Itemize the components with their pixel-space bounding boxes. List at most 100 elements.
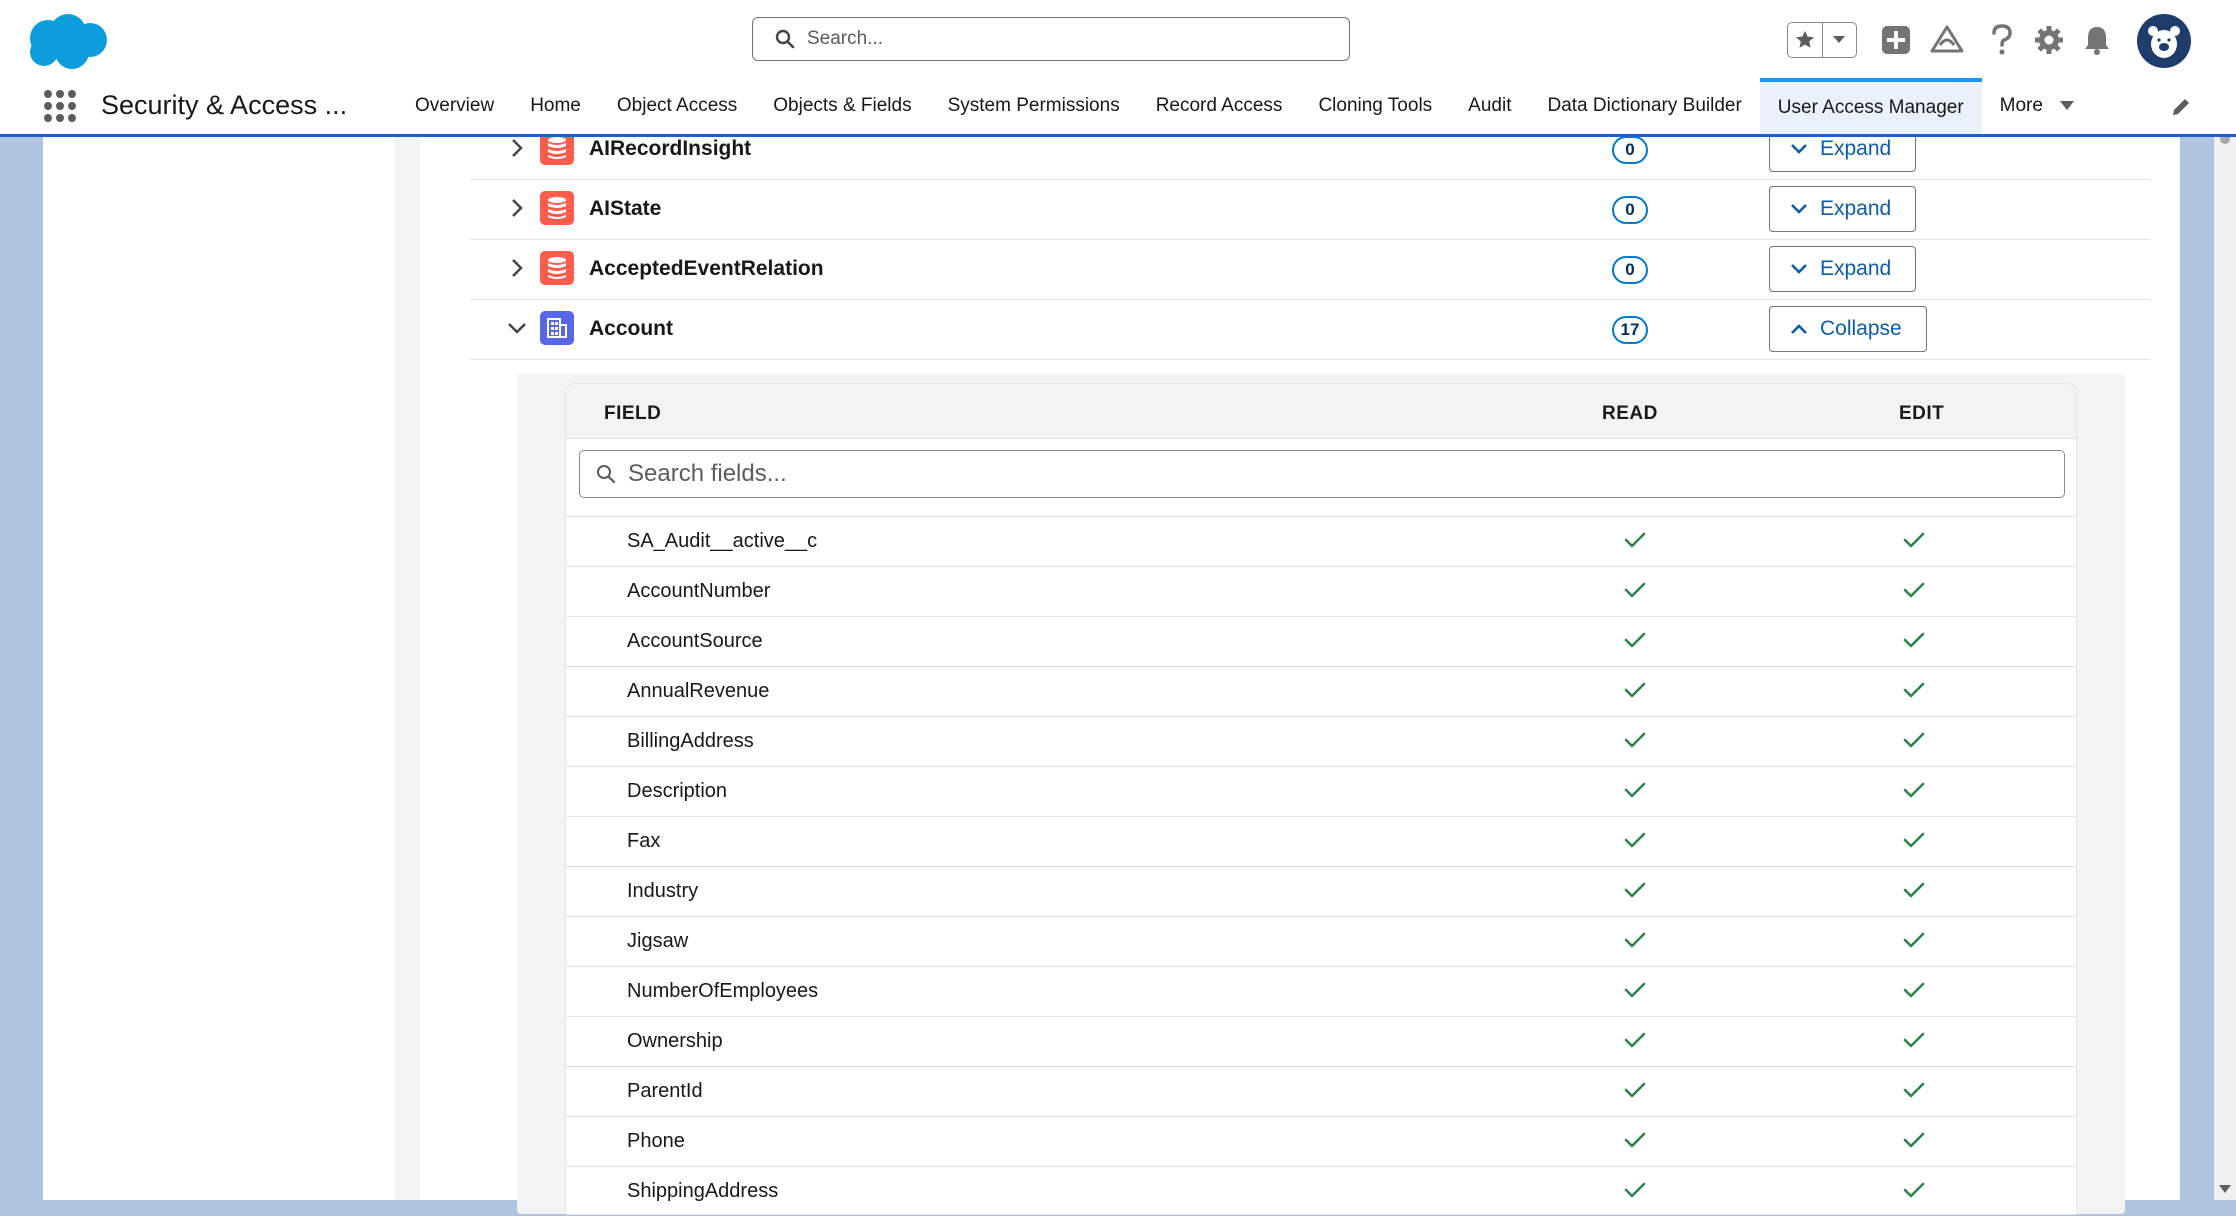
field-name: ParentId <box>627 1080 703 1102</box>
table-row: Jigsaw <box>566 916 2076 966</box>
edit-check-icon <box>1902 928 1926 952</box>
bell-icon[interactable] <box>2079 22 2115 58</box>
collapse-button[interactable]: Collapse <box>1769 306 1927 352</box>
expand-button[interactable]: Expand <box>1769 246 1917 292</box>
tab-audit[interactable]: Audit <box>1450 78 1529 134</box>
column-header-read[interactable]: READ <box>1602 403 1658 425</box>
chevron-down-icon <box>1791 264 1807 274</box>
edit-check-icon <box>1902 778 1926 802</box>
field-name: AccountSource <box>627 630 763 652</box>
object-name: Account <box>589 317 673 340</box>
column-header-edit[interactable]: EDIT <box>1899 403 1944 425</box>
chevron-down-icon[interactable] <box>506 317 528 339</box>
read-check-icon <box>1623 778 1647 802</box>
object-row[interactable]: AIState 0 Expand <box>470 179 2150 240</box>
edit-check-icon <box>1902 828 1926 852</box>
read-check-icon <box>1623 1128 1647 1152</box>
field-name: Phone <box>627 1130 685 1152</box>
edit-check-icon <box>1902 528 1926 552</box>
tab-system-permissions[interactable]: System Permissions <box>930 78 1138 134</box>
table-row: ParentId <box>566 1066 2076 1116</box>
table-row: AnnualRevenue <box>566 666 2076 716</box>
page-scrollbar[interactable] <box>2214 100 2236 1200</box>
tab-user-access-manager[interactable]: User Access Manager <box>1759 78 1982 134</box>
tab-record-access[interactable]: Record Access <box>1138 78 1301 134</box>
read-check-icon <box>1623 828 1647 852</box>
read-check-icon <box>1623 1078 1647 1102</box>
chevron-right-icon[interactable] <box>506 257 528 279</box>
help-icon[interactable] <box>1984 22 2020 58</box>
read-check-icon <box>1623 928 1647 952</box>
field-name: AnnualRevenue <box>627 680 770 702</box>
expand-label: Expand <box>1820 257 1892 280</box>
chevron-down-icon[interactable] <box>1823 23 1857 57</box>
read-check-icon <box>1623 1028 1647 1052</box>
global-search-input[interactable]: Search... <box>752 17 1350 61</box>
salesforce-cloud-logo[interactable] <box>22 12 112 74</box>
read-check-icon <box>1623 1178 1647 1202</box>
object-name: AIRecordInsight <box>589 137 752 160</box>
edit-check-icon <box>1902 1028 1926 1052</box>
object-name: AIState <box>589 197 662 220</box>
star-icon[interactable] <box>1788 23 1823 57</box>
table-row: AccountSource <box>566 616 2076 666</box>
expand-label: Expand <box>1820 137 1892 160</box>
chevron-right-icon[interactable] <box>506 137 528 159</box>
read-check-icon <box>1623 578 1647 602</box>
tab-object-access[interactable]: Object Access <box>599 78 755 134</box>
tab-overview[interactable]: Overview <box>397 78 512 134</box>
table-row: Ownership <box>566 1016 2076 1066</box>
field-permissions-table: FIELD READ EDIT Search fields... SA_Audi… <box>566 384 2076 1214</box>
field-search-input[interactable]: Search fields... <box>579 450 2065 498</box>
app-name: Security & Access ... <box>101 90 348 120</box>
chevron-down-icon <box>1791 144 1807 154</box>
tab-cloning-tools[interactable]: Cloning Tools <box>1300 78 1450 134</box>
app-launcher-icon[interactable] <box>44 90 76 122</box>
expand-label: Expand <box>1820 197 1892 220</box>
trailhead-icon[interactable] <box>1929 22 1965 58</box>
field-name: NumberOfEmployees <box>627 980 819 1002</box>
chevron-down-icon <box>1791 204 1807 214</box>
table-row: ShippingAddress <box>566 1166 2076 1216</box>
table-row: Industry <box>566 866 2076 916</box>
field-count-badge: 0 <box>1612 256 1648 284</box>
more-label: More <box>1999 95 2043 116</box>
favorites-control[interactable] <box>1787 22 1857 58</box>
field-name: Description <box>627 780 728 802</box>
field-name: Jigsaw <box>627 930 689 952</box>
object-row-account[interactable]: Account 17 Collapse <box>470 299 2150 360</box>
chevron-down-icon <box>2059 101 2074 110</box>
global-header: Search... Security & Access ... Overview… <box>0 0 2236 137</box>
field-name: SA_Audit__active__c <box>627 530 818 552</box>
avatar[interactable] <box>2137 14 2191 68</box>
nav-tabs: Overview Home Object Access Objects & Fi… <box>397 78 2093 134</box>
table-row: Fax <box>566 816 2076 866</box>
field-count-badge: 0 <box>1612 136 1648 164</box>
search-placeholder: Search... <box>807 28 884 49</box>
tab-more[interactable]: More <box>1982 78 2093 134</box>
tab-home[interactable]: Home <box>512 78 599 134</box>
tab-objects-fields[interactable]: Objects & Fields <box>755 78 929 134</box>
chevron-right-icon[interactable] <box>506 197 528 219</box>
add-icon[interactable] <box>1878 22 1914 58</box>
chevron-up-icon <box>1791 324 1807 334</box>
gear-icon[interactable] <box>2031 22 2067 58</box>
table-row: Description <box>566 766 2076 816</box>
edit-check-icon <box>1902 878 1926 902</box>
field-name: AccountNumber <box>627 580 771 602</box>
object-row[interactable]: AcceptedEventRelation 0 Expand <box>470 239 2150 300</box>
column-header-field[interactable]: FIELD <box>604 403 661 425</box>
database-icon <box>540 191 574 225</box>
table-row: AccountNumber <box>566 566 2076 616</box>
field-search-placeholder: Search fields... <box>628 460 787 487</box>
edit-check-icon <box>1902 1178 1926 1202</box>
tab-data-dictionary-builder[interactable]: Data Dictionary Builder <box>1529 78 1759 134</box>
expand-button[interactable]: Expand <box>1769 186 1917 232</box>
read-check-icon <box>1623 528 1647 552</box>
table-header: FIELD READ EDIT <box>566 384 2076 439</box>
pencil-icon[interactable] <box>2170 96 2192 118</box>
table-row: BillingAddress <box>566 716 2076 766</box>
field-name: BillingAddress <box>627 730 754 752</box>
edit-check-icon <box>1902 728 1926 752</box>
scroll-down-icon[interactable] <box>2219 1185 2231 1194</box>
